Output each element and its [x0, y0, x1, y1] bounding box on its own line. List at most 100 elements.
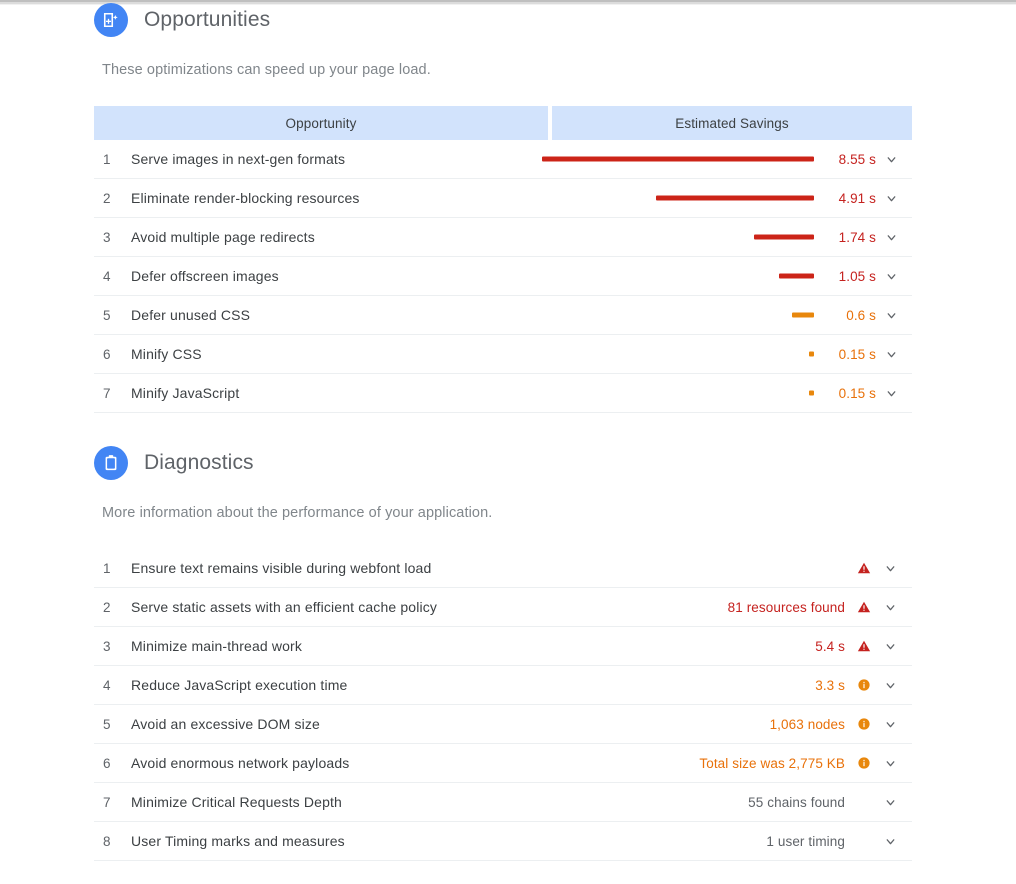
- opportunities-rows: 1 Serve images in next-gen formats 8.55 s 2…: [94, 140, 912, 413]
- chevron-down-icon[interactable]: [876, 348, 906, 361]
- clipboard-icon: [94, 446, 128, 480]
- table-row[interactable]: 2 Serve static assets with an efficient c…: [94, 588, 912, 627]
- opportunity-title[interactable]: Serve images in next-gen formats: [118, 151, 542, 167]
- row-index: 6: [103, 346, 111, 362]
- table-row[interactable]: 5 Avoid an excessive DOM size 1,063 nodes: [94, 705, 912, 744]
- row-index: 8: [103, 833, 111, 849]
- diagnostic-title[interactable]: Minimize Critical Requests Depth: [118, 794, 748, 810]
- savings-value: 8.55 s: [838, 151, 876, 167]
- row-metric: Total size was 2,775 KB: [699, 756, 912, 771]
- row-metric: 81 resources found: [728, 600, 912, 615]
- document-sparkle-icon: [94, 3, 128, 37]
- chevron-down-icon[interactable]: [874, 718, 906, 731]
- row-savings: 0.6 s: [542, 296, 912, 335]
- diagnostic-title[interactable]: Minimize main-thread work: [118, 638, 815, 654]
- lighthouse-report-page: Opportunities These optimizations can sp…: [0, 0, 1016, 884]
- table-row[interactable]: 7 Minify JavaScript 0.15 s: [94, 374, 912, 413]
- diagnostic-title[interactable]: Avoid enormous network payloads: [118, 755, 699, 771]
- diagnostic-title[interactable]: Serve static assets with an efficient ca…: [118, 599, 728, 615]
- column-header-estimated-savings: Estimated Savings: [552, 106, 912, 140]
- chevron-down-icon[interactable]: [876, 192, 906, 205]
- opportunity-title[interactable]: Eliminate render-blocking resources: [118, 190, 542, 206]
- row-metric: 1 user timing: [766, 834, 912, 849]
- chevron-down-icon[interactable]: [874, 796, 906, 809]
- savings-value: 4.91 s: [838, 190, 876, 206]
- row-metric: 5.4 s: [815, 639, 912, 654]
- warning-triangle-icon: [854, 639, 874, 653]
- opportunity-title[interactable]: Minify CSS: [118, 346, 542, 362]
- opportunity-title[interactable]: Defer offscreen images: [118, 268, 542, 284]
- table-row[interactable]: 4 Reduce JavaScript execution time 3.3 s: [94, 666, 912, 705]
- row-savings: 0.15 s: [542, 335, 912, 374]
- chevron-down-icon[interactable]: [874, 835, 906, 848]
- opportunities-title: Opportunities: [144, 8, 271, 31]
- savings-bar: [792, 312, 814, 318]
- diagnostic-title[interactable]: Avoid an excessive DOM size: [118, 716, 770, 732]
- opportunity-title[interactable]: Minify JavaScript: [118, 385, 542, 401]
- table-row[interactable]: 1 Ensure text remains visible during webf…: [94, 549, 912, 588]
- savings-bar-track: [542, 179, 814, 218]
- savings-value: 1.74 s: [838, 229, 876, 245]
- diagnostic-value: 55 chains found: [748, 794, 845, 810]
- row-savings: 1.74 s: [542, 218, 912, 257]
- diagnostic-value: 1 user timing: [766, 833, 845, 849]
- row-index: 2: [103, 190, 111, 206]
- info-circle-icon: [854, 678, 874, 692]
- row-savings: 0.15 s: [542, 374, 912, 413]
- row-index: 3: [103, 229, 111, 245]
- table-row[interactable]: 2 Eliminate render-blocking resources 4.91…: [94, 179, 912, 218]
- table-row[interactable]: 8 User Timing marks and measures 1 user ti…: [94, 822, 912, 861]
- diagnostic-title[interactable]: User Timing marks and measures: [118, 833, 766, 849]
- table-row[interactable]: 4 Defer offscreen images 1.05 s: [94, 257, 912, 296]
- opportunities-table: Opportunity Estimated Savings 1 Serve ima…: [94, 106, 912, 413]
- savings-bar: [808, 390, 814, 396]
- warning-triangle-icon: [854, 600, 874, 614]
- info-circle-icon: [854, 717, 874, 731]
- diagnostics-title: Diagnostics: [144, 451, 254, 474]
- savings-bar: [808, 351, 814, 357]
- savings-value: 0.15 s: [838, 385, 876, 401]
- table-row[interactable]: 3 Avoid multiple page redirects 1.74 s: [94, 218, 912, 257]
- table-row[interactable]: 6 Avoid enormous network payloads Total si…: [94, 744, 912, 783]
- opportunity-title[interactable]: Avoid multiple page redirects: [118, 229, 542, 245]
- savings-bar-track: [542, 218, 814, 257]
- row-metric: 55 chains found: [748, 795, 912, 810]
- chevron-down-icon[interactable]: [876, 309, 906, 322]
- diagnostic-title[interactable]: Ensure text remains visible during webfo…: [118, 560, 845, 576]
- table-row[interactable]: 1 Serve images in next-gen formats 8.55 s: [94, 140, 912, 179]
- savings-bar-track: [542, 374, 814, 413]
- row-index: 7: [103, 385, 111, 401]
- chevron-down-icon[interactable]: [876, 270, 906, 283]
- chevron-down-icon[interactable]: [876, 153, 906, 166]
- row-metric: [845, 561, 912, 575]
- info-circle-icon: [854, 756, 874, 770]
- row-metric: 1,063 nodes: [770, 717, 912, 732]
- table-row[interactable]: 7 Minimize Critical Requests Depth 55 chai…: [94, 783, 912, 822]
- diagnostic-value: 5.4 s: [815, 638, 845, 654]
- chevron-down-icon[interactable]: [874, 601, 906, 614]
- row-savings: 4.91 s: [542, 179, 912, 218]
- table-row[interactable]: 5 Defer unused CSS 0.6 s: [94, 296, 912, 335]
- chevron-down-icon[interactable]: [874, 757, 906, 770]
- diagnostic-title[interactable]: Reduce JavaScript execution time: [118, 677, 815, 693]
- chevron-down-icon[interactable]: [874, 562, 906, 575]
- opportunity-title[interactable]: Defer unused CSS: [118, 307, 542, 323]
- savings-value: 0.15 s: [838, 346, 876, 362]
- savings-value: 0.6 s: [846, 307, 876, 323]
- diagnostics-table: 1 Ensure text remains visible during webf…: [94, 549, 912, 861]
- row-index: 1: [103, 560, 111, 576]
- table-row[interactable]: 6 Minify CSS 0.15 s: [94, 335, 912, 374]
- chevron-down-icon[interactable]: [876, 231, 906, 244]
- diagnostic-value: 81 resources found: [727, 599, 845, 615]
- savings-bar: [778, 273, 814, 279]
- warning-triangle-icon: [854, 561, 874, 575]
- diagnostic-value: 1,063 nodes: [769, 716, 845, 732]
- table-row[interactable]: 3 Minimize main-thread work 5.4 s: [94, 627, 912, 666]
- chevron-down-icon[interactable]: [874, 679, 906, 692]
- chevron-down-icon[interactable]: [874, 640, 906, 653]
- savings-bar: [754, 234, 814, 240]
- savings-bar: [542, 156, 814, 162]
- row-index: 5: [103, 716, 111, 732]
- chevron-down-icon[interactable]: [876, 387, 906, 400]
- diagnostics-rows: 1 Ensure text remains visible during webf…: [94, 549, 912, 861]
